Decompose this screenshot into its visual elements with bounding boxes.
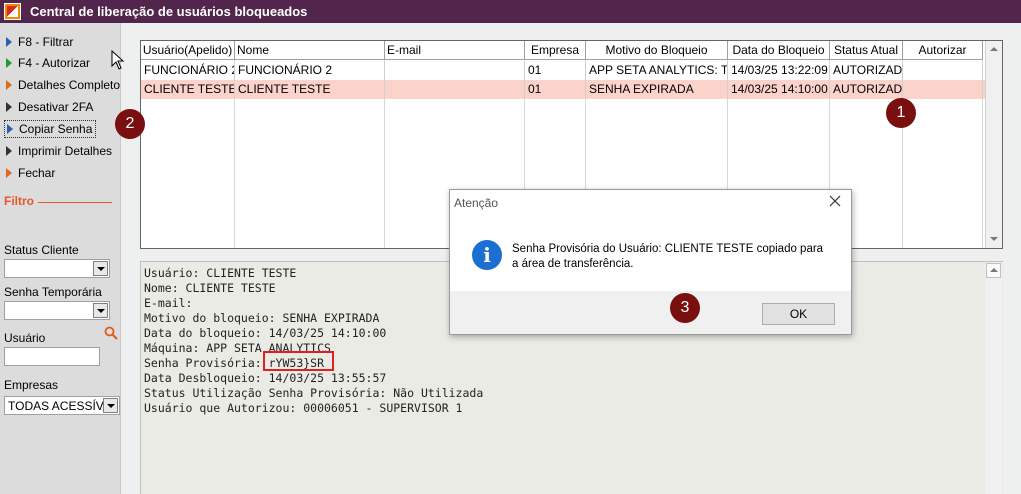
- empresas-select[interactable]: TODAS ACESSÍVEIS: [4, 396, 120, 415]
- detail-line: Data Desbloqueio: 14/03/25 13:55:57: [144, 371, 387, 385]
- close-icon[interactable]: [828, 194, 842, 208]
- detail-line: Nome: CLIENTE TESTE: [144, 281, 276, 295]
- col-nome[interactable]: Nome: [235, 41, 385, 60]
- info-icon: i: [472, 240, 502, 270]
- menu-copiar-senha[interactable]: Copiar Senha: [4, 120, 97, 138]
- usuario-label: Usuário: [4, 331, 46, 345]
- scroll-up-icon[interactable]: [986, 263, 1001, 278]
- grid-header: Usuário(Apelido) Nome E-mail Empresa Mot…: [141, 41, 983, 60]
- search-icon[interactable]: [104, 326, 118, 340]
- menu-desativar-2fa[interactable]: Desativar 2FA: [4, 98, 93, 116]
- menu-fechar[interactable]: Fechar: [4, 164, 55, 182]
- menu-imprimir-detalhes[interactable]: Imprimir Detalhes: [4, 142, 112, 160]
- window-title: Central de liberação de usuários bloquea…: [30, 4, 308, 19]
- filter-divider: [38, 202, 112, 203]
- chevron-down-icon[interactable]: [103, 398, 118, 413]
- senha-temporaria-select[interactable]: [4, 301, 110, 320]
- app-icon: [4, 3, 21, 20]
- detail-line: Status Utilização Senha Provisória: Não …: [144, 386, 484, 400]
- step-marker-1: 1: [886, 98, 916, 128]
- scroll-down-icon[interactable]: [987, 232, 1002, 247]
- status-cliente-label: Status Cliente: [4, 243, 79, 257]
- status-cliente-select[interactable]: [4, 259, 110, 278]
- dialog-title: Atenção: [454, 196, 499, 210]
- col-usuario[interactable]: Usuário(Apelido): [141, 41, 235, 60]
- table-row[interactable]: FUNCIONÁRIO 2 FUNCIONÁRIO 2 01 APP SETA …: [141, 61, 983, 80]
- menu-filtrar[interactable]: F8 - Filtrar: [4, 33, 73, 51]
- play-arrow-icon: [6, 168, 12, 178]
- col-motivo[interactable]: Motivo do Bloqueio: [586, 41, 728, 60]
- col-autorizar[interactable]: Autorizar: [903, 41, 983, 60]
- col-empresa[interactable]: Empresa: [525, 41, 586, 60]
- play-arrow-icon: [6, 146, 12, 156]
- alert-dialog: Atenção i Senha Provisória do Usuário: C…: [449, 189, 852, 335]
- play-arrow-icon: [6, 37, 12, 47]
- play-arrow-icon: [6, 58, 12, 68]
- detail-line: Usuário: CLIENTE TESTE: [144, 266, 297, 280]
- scroll-up-icon[interactable]: [987, 42, 1002, 57]
- password-highlight-box: [263, 351, 334, 371]
- usuario-input[interactable]: [4, 347, 100, 366]
- empresas-label: Empresas: [4, 378, 59, 392]
- dialog-footer: OK: [450, 291, 851, 334]
- sidebar: F8 - Filtrar F4 - Autorizar Detalhes Com…: [0, 23, 121, 494]
- step-marker-3: 3: [670, 293, 700, 323]
- menu-autorizar[interactable]: F4 - Autorizar: [4, 54, 90, 72]
- detail-line: Data do bloqueio: 14/03/25 14:10:00: [144, 326, 387, 340]
- chevron-down-icon[interactable]: [93, 303, 108, 318]
- col-email[interactable]: E-mail: [385, 41, 525, 60]
- detail-line: Motivo do bloqueio: SENHA EXPIRADA: [144, 311, 380, 325]
- details-scrollbar[interactable]: [985, 262, 1002, 494]
- table-row-selected[interactable]: CLIENTE TESTE CLIENTE TESTE 01 SENHA EXP…: [141, 80, 986, 99]
- col-status[interactable]: Status Atual: [830, 41, 903, 60]
- detail-line: E-mail:: [144, 296, 193, 310]
- chevron-down-icon[interactable]: [93, 261, 108, 276]
- play-arrow-icon: [6, 80, 12, 90]
- filter-title: Filtro: [4, 194, 34, 208]
- play-arrow-icon: [6, 102, 12, 112]
- play-arrow-icon: [7, 124, 13, 134]
- detail-line: Usuário que Autorizou: 00006051 - SUPERV…: [144, 401, 463, 415]
- col-data[interactable]: Data do Bloqueio: [728, 41, 830, 60]
- step-marker-2: 2: [115, 109, 145, 139]
- grid-scrollbar[interactable]: [985, 41, 1002, 248]
- senha-temporaria-label: Senha Temporária: [4, 285, 102, 299]
- menu-detalhes-completo[interactable]: Detalhes Completo: [4, 76, 120, 94]
- title-bar: Central de liberação de usuários bloquea…: [0, 0, 1021, 23]
- mouse-cursor-icon: [111, 50, 125, 70]
- dialog-message: Senha Provisória do Usuário: CLIENTE TES…: [512, 243, 824, 270]
- ok-button[interactable]: OK: [762, 303, 835, 325]
